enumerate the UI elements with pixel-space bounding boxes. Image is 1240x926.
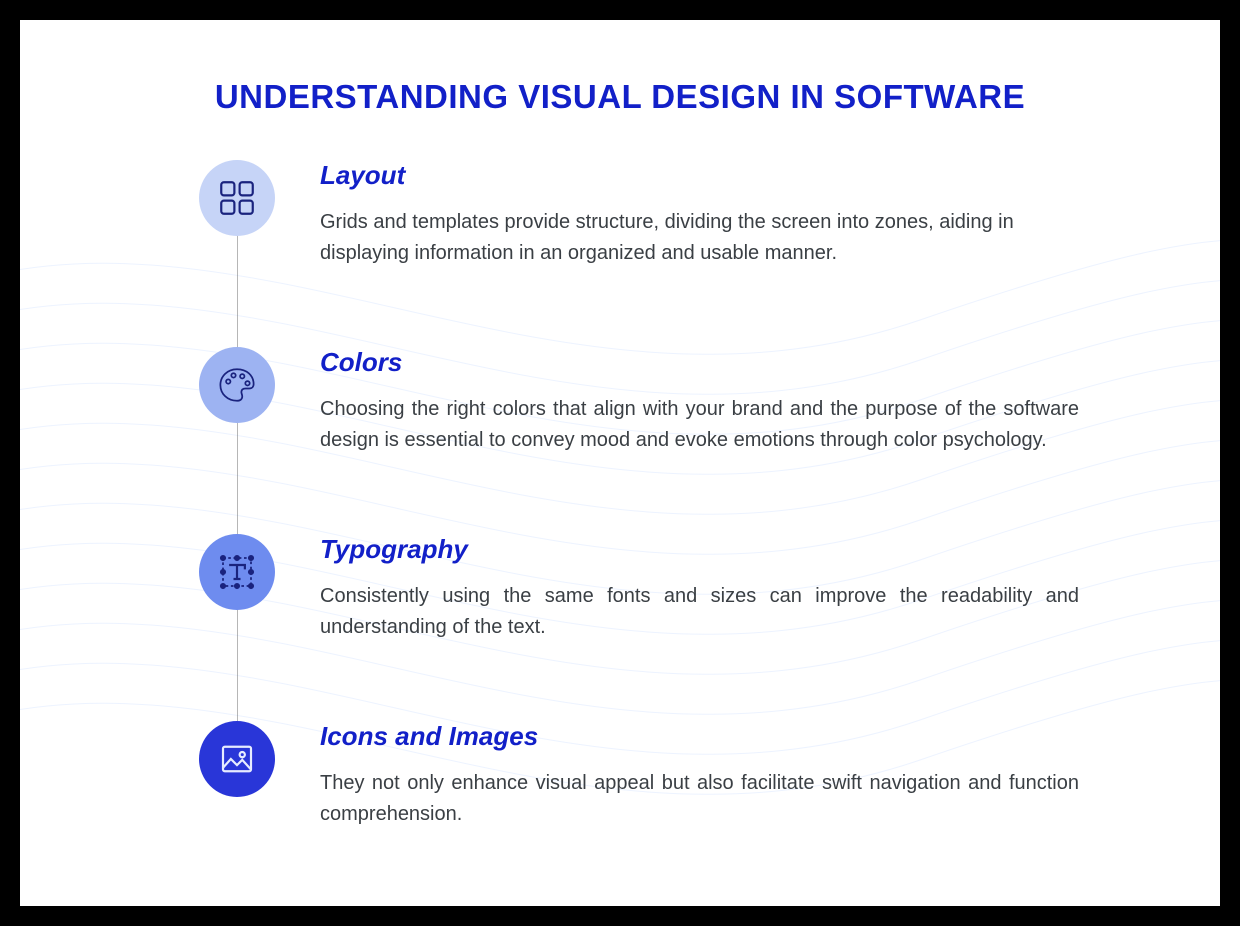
item-heading: Colors	[320, 347, 1079, 378]
item-layout: Layout Grids and templates provide struc…	[199, 160, 1079, 269]
typography-icon	[199, 534, 275, 610]
item-heading: Layout	[320, 160, 1079, 191]
slide: UNDERSTANDING VISUAL DESIGN IN SOFTWARE …	[20, 20, 1220, 906]
item-desc: They not only enhance visual appeal but …	[320, 768, 1079, 830]
item-heading: Icons and Images	[320, 721, 1079, 752]
image-icon	[199, 721, 275, 797]
item-heading: Typography	[320, 534, 1079, 565]
layout-icon	[199, 160, 275, 236]
item-desc: Choosing the right colors that align wit…	[320, 394, 1079, 456]
item-icons-images: Icons and Images They not only enhance v…	[199, 721, 1079, 830]
palette-icon	[199, 347, 275, 423]
item-desc: Grids and templates provide structure, d…	[320, 207, 1079, 269]
timeline-connector	[237, 198, 238, 768]
item-desc: Consistently using the same fonts and si…	[320, 581, 1079, 643]
item-colors: Colors Choosing the right colors that al…	[199, 347, 1079, 456]
timeline: Layout Grids and templates provide struc…	[199, 160, 1079, 830]
item-typography: Typography Consistently using the same f…	[199, 534, 1079, 643]
slide-title: UNDERSTANDING VISUAL DESIGN IN SOFTWARE	[20, 78, 1220, 116]
